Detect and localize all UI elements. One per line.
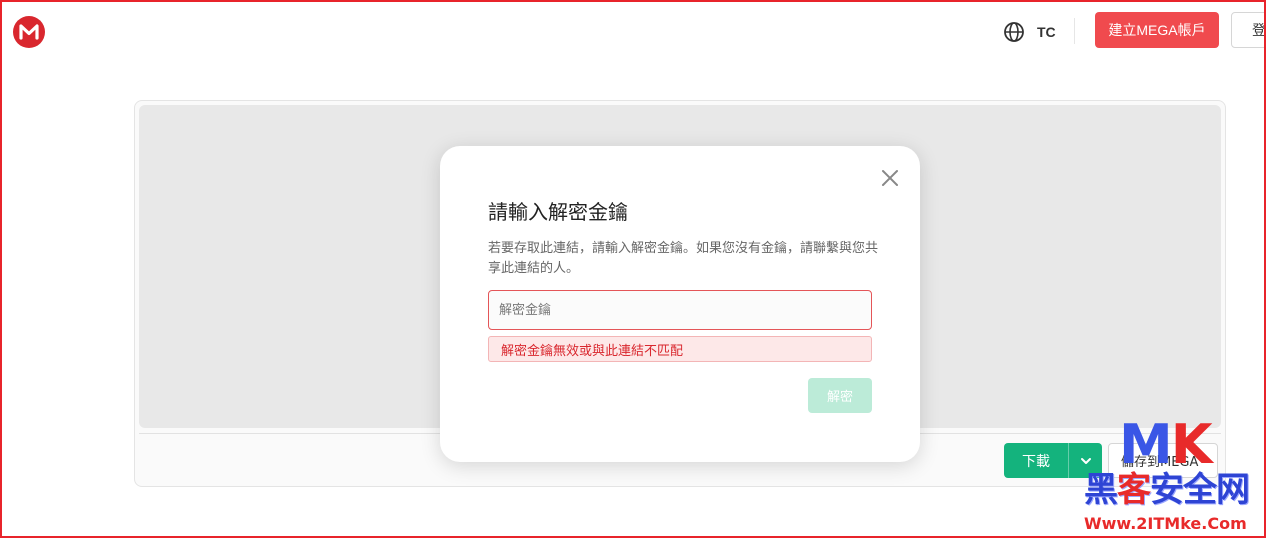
decryption-key-dialog: 請輸入解密金鑰 若要存取此連結，請輸入解密金鑰。如果您沒有金鑰，請聯繫與您共享此…	[440, 146, 920, 462]
mega-logo[interactable]	[13, 16, 45, 48]
watermark-text: 黑客安全网	[1084, 470, 1250, 510]
chevron-down-icon	[1080, 457, 1091, 464]
globe-icon	[1004, 22, 1024, 42]
watermark-text-2: 客	[1117, 470, 1151, 510]
watermark-letter-m: M	[1119, 413, 1173, 476]
dialog-title: 請輸入解密金鑰	[488, 200, 628, 224]
header-divider	[1074, 18, 1075, 44]
dialog-description: 若要存取此連結，請輸入解密金鑰。如果您沒有金鑰，請聯繫與您共享此連結的人。	[488, 241, 879, 276]
language-selector[interactable]: TC	[1003, 20, 1056, 44]
language-label: TC	[1037, 24, 1056, 40]
decrypt-button[interactable]: 解密	[808, 378, 872, 413]
create-account-button[interactable]: 建立MEGA帳戶	[1095, 12, 1219, 48]
watermark-letter-k: K	[1170, 413, 1213, 476]
login-button[interactable]: 登	[1231, 12, 1266, 48]
error-message: 解密金鑰無效或與此連結不匹配	[488, 336, 872, 362]
watermark-text-1: 黑	[1084, 470, 1118, 510]
watermark-text-3: 安全网	[1150, 470, 1250, 510]
watermark-url: Www.2ITMke.Com	[1084, 514, 1247, 533]
download-label: 下載	[1022, 453, 1050, 470]
mega-m-icon	[19, 24, 39, 40]
decryption-key-input[interactable]	[488, 290, 872, 330]
watermark-logo: MK	[1119, 418, 1213, 472]
close-icon[interactable]	[878, 166, 902, 190]
